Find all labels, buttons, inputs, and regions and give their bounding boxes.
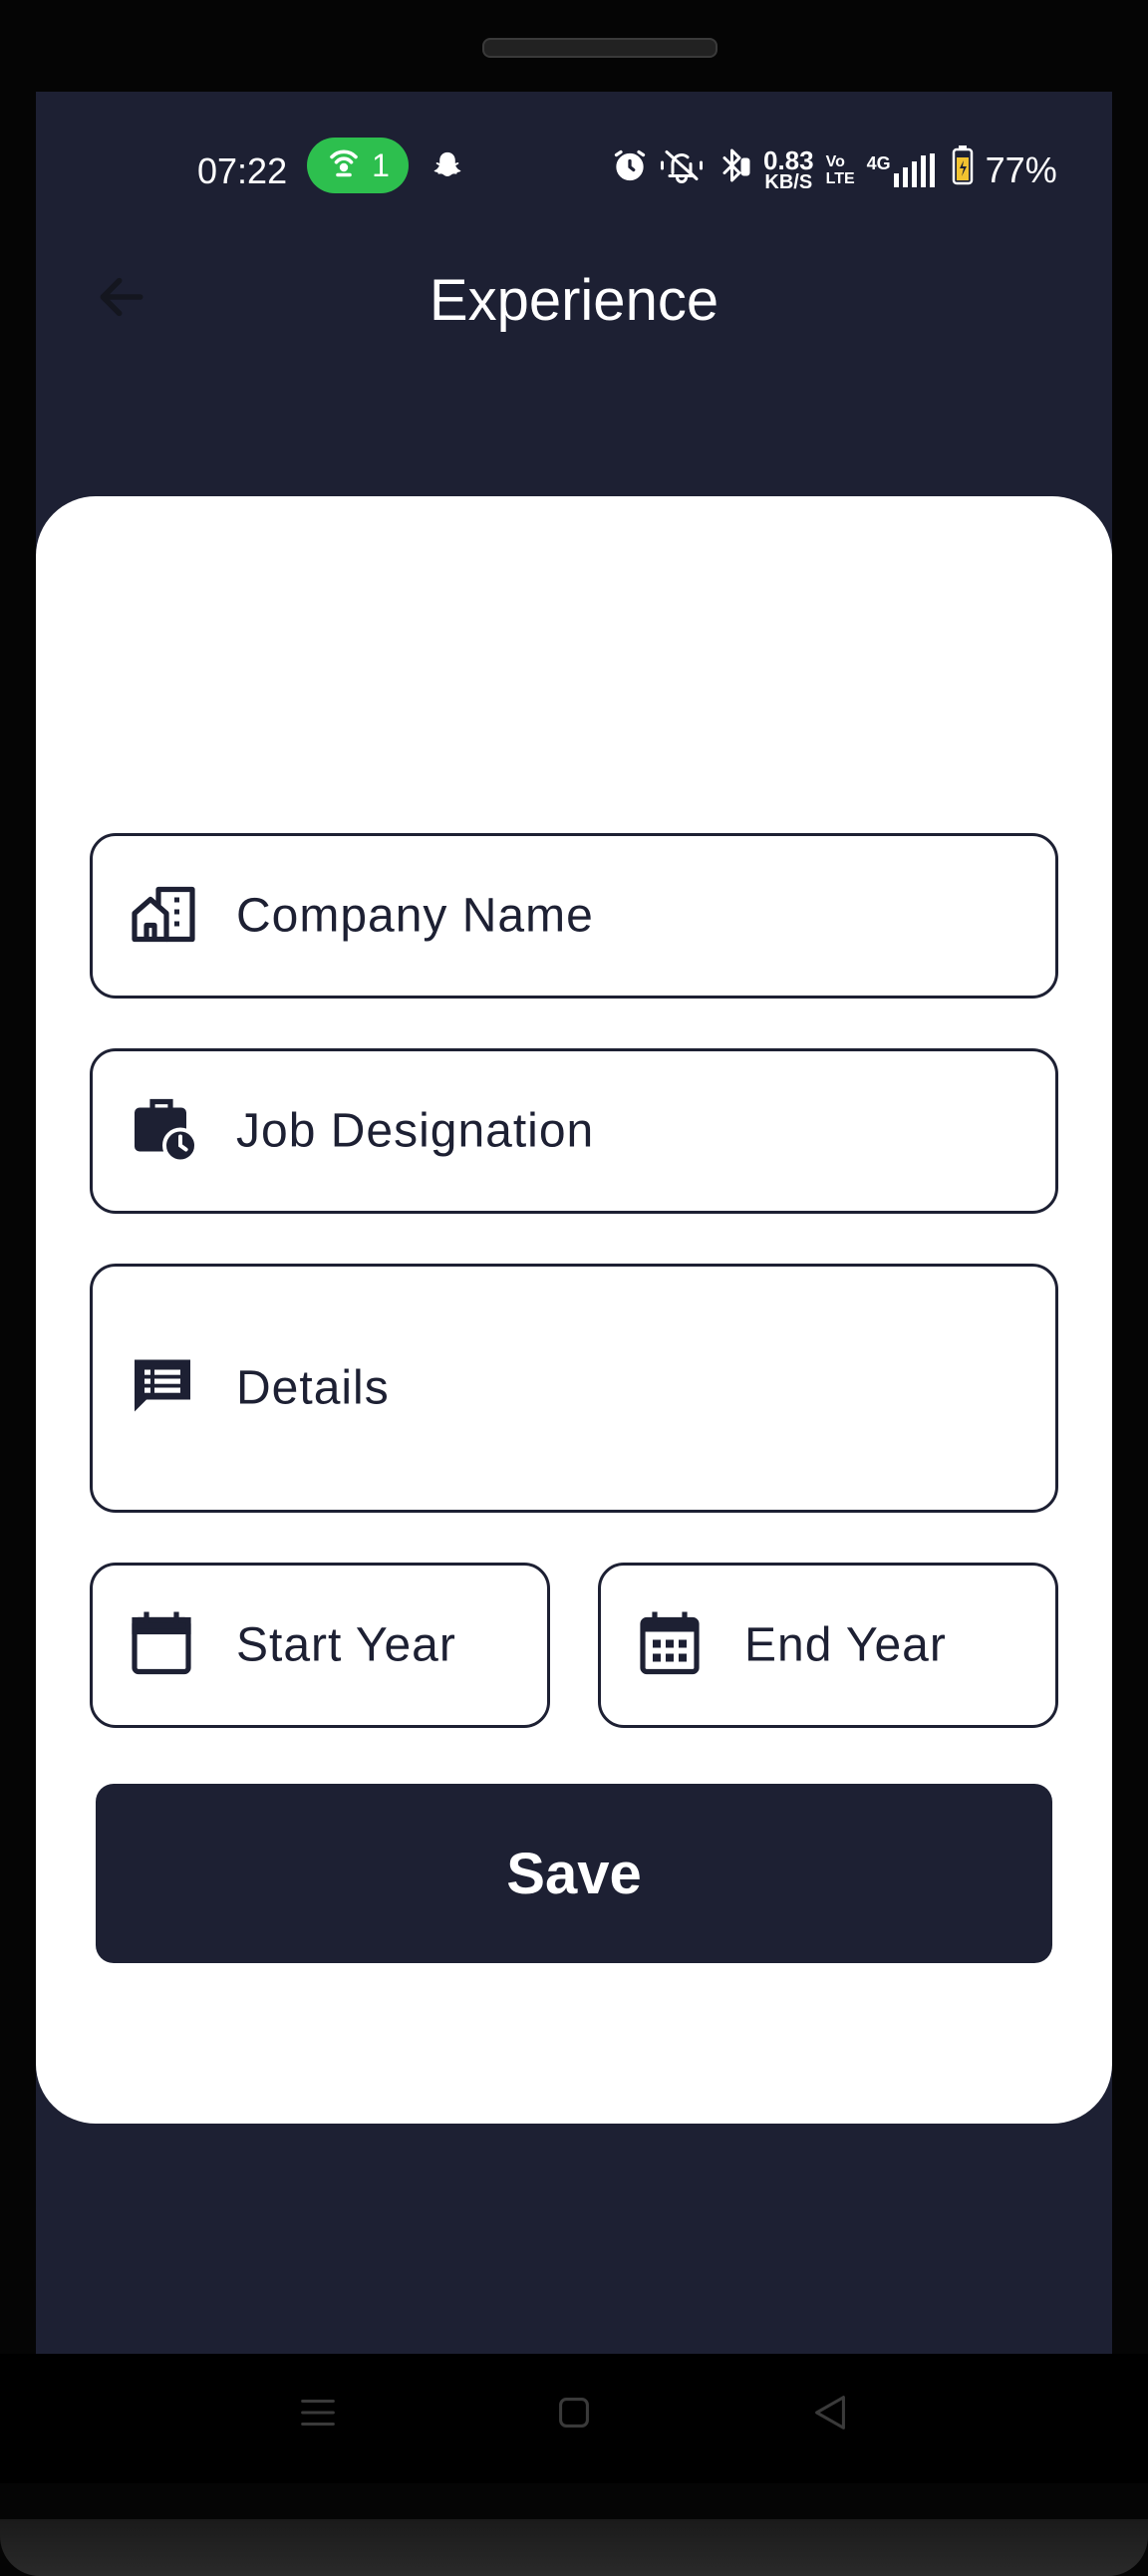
network-type: 4G: [866, 152, 891, 173]
start-year-label: Start Year: [236, 1618, 456, 1672]
details-field[interactable]: Details: [90, 1264, 1058, 1513]
network-speed-value: 0.83: [763, 144, 814, 175]
job-designation-field[interactable]: Job Designation: [90, 1048, 1058, 1214]
save-button[interactable]: Save: [96, 1784, 1052, 1963]
battery-icon: [952, 145, 974, 194]
job-designation-label: Job Designation: [236, 1104, 595, 1158]
earpiece-speaker: [482, 38, 718, 58]
alarm-icon: [612, 147, 648, 192]
volte-indicator: Vo LTE: [826, 153, 855, 187]
status-time: 07:22: [197, 150, 288, 191]
calendar-blank-icon: [131, 1610, 192, 1681]
home-icon[interactable]: [551, 2390, 597, 2440]
form-card: Company Name Job Designation Details Sta…: [36, 496, 1112, 2124]
volte-top: Vo: [825, 152, 845, 170]
briefcase-clock-icon: [131, 1096, 198, 1167]
bluetooth-icon: [716, 147, 751, 192]
status-bar: 07:22 1 0.83 KB/S Vo LTE 4G 77%: [36, 136, 1112, 207]
network-speed-unit: KB/S: [764, 170, 813, 193]
menu-icon[interactable]: [295, 2390, 341, 2440]
phone-bottom-edge: [0, 2519, 1148, 2576]
snapchat-icon: [430, 149, 464, 192]
company-building-icon: [131, 884, 198, 949]
signal-icon: 4G: [866, 152, 940, 187]
status-indicators: 0.83 KB/S Vo LTE 4G 77%: [612, 145, 1057, 194]
back-triangle-icon[interactable]: [807, 2390, 853, 2440]
page-title: Experience: [429, 268, 719, 333]
battery-percentage: 77%: [985, 148, 1057, 190]
calendar-grid-icon: [639, 1610, 701, 1681]
hotspot-badge: 1: [307, 138, 409, 193]
system-navigation-bar: [0, 2354, 1148, 2483]
app-screen: 07:22 1 0.83 KB/S Vo LTE 4G 77% Experien…: [36, 92, 1112, 2354]
hotspot-icon: [326, 143, 362, 187]
chat-list-icon: [131, 1356, 194, 1421]
network-speed: 0.83 KB/S: [763, 144, 814, 193]
mute-icon: [660, 147, 704, 192]
start-year-field[interactable]: Start Year: [90, 1563, 550, 1728]
hotspot-count: 1: [372, 146, 390, 183]
company-name-label: Company Name: [236, 889, 594, 943]
end-year-field[interactable]: End Year: [598, 1563, 1058, 1728]
company-name-field[interactable]: Company Name: [90, 833, 1058, 999]
details-label: Details: [236, 1361, 390, 1415]
phone-frame: 07:22 1 0.83 KB/S Vo LTE 4G 77% Experien…: [0, 0, 1148, 2576]
end-year-label: End Year: [744, 1618, 947, 1672]
volte-bottom: LTE: [825, 169, 855, 187]
